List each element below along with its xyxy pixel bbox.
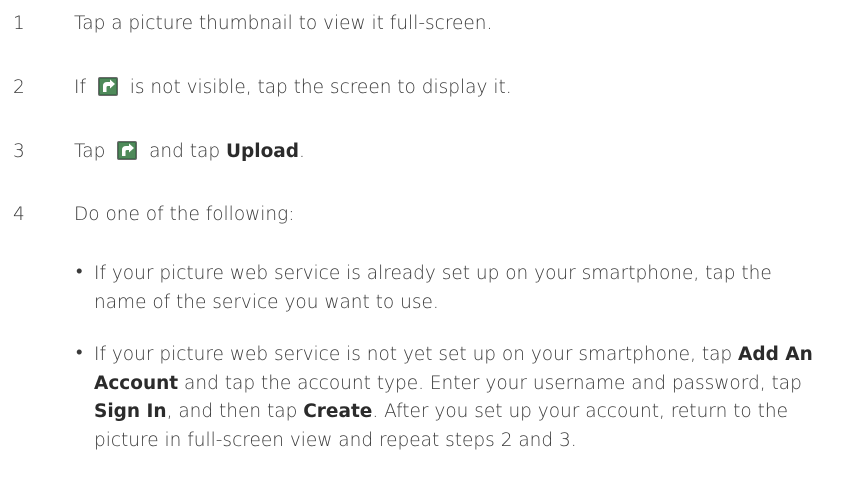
share-icon: [117, 140, 138, 160]
step-text: Tap and tap Upload .: [74, 140, 305, 162]
bullet-text: If your picture web service is already s…: [94, 263, 772, 313]
step-number: 2: [13, 76, 25, 98]
sign-in-label: Sign In: [94, 401, 167, 422]
create-label: Create: [303, 401, 373, 422]
bullet-symbol: •: [76, 261, 83, 282]
step-text-before: If: [74, 76, 92, 98]
share-icon: [97, 76, 118, 96]
bullet-symbol: •: [76, 342, 83, 363]
instruction-document: 1 Tap a picture thumbnail to view it ful…: [0, 0, 850, 491]
step-text-mid: and tap: [143, 140, 226, 162]
step-text: If is not visible, tap the screen to dis…: [74, 76, 512, 98]
step-text: Do one of the following:: [74, 203, 295, 225]
step-number: 4: [13, 203, 25, 225]
step-text-after: is not visible, tap the screen to displa…: [123, 76, 512, 98]
step-number: 3: [13, 140, 25, 162]
step-text-before: Tap: [74, 140, 112, 162]
step-text: Tap a picture thumbnail to view it full-…: [74, 12, 493, 34]
upload-label: Upload: [225, 140, 300, 162]
bullet-text-part: If your picture web service is not yet s…: [94, 344, 739, 365]
step-number: 1: [13, 12, 25, 34]
bullet-text: If your picture web service is not yet s…: [94, 341, 814, 455]
bullet-text-part: , and then tap: [166, 401, 304, 422]
bullet-text-part: and tap the account type. Enter your use…: [178, 372, 802, 394]
step-text-after: .: [299, 140, 305, 162]
